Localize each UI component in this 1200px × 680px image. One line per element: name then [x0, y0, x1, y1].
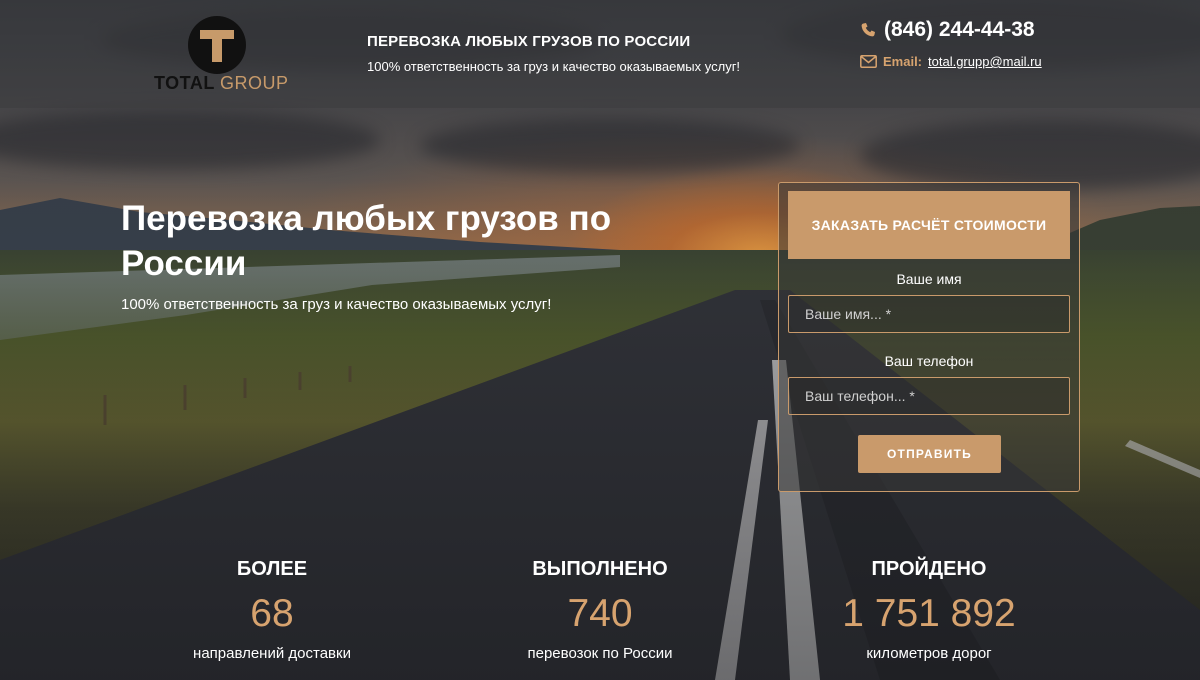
logo-mark	[188, 16, 246, 74]
tagline-subtitle: 100% ответственность за груз и качество …	[367, 59, 741, 74]
header-contacts: (846) 244-44-38 Email: total.grupp@mail.…	[860, 18, 1042, 69]
hero-title: Перевозка любых грузов по России	[121, 199, 612, 283]
stat-caption: километров дорог	[866, 645, 992, 662]
name-input[interactable]	[788, 295, 1070, 333]
phone-label: Ваш телефон	[884, 353, 974, 369]
stat-value: 68	[250, 592, 294, 635]
stat-heading: ВЫПОЛНЕНО	[532, 558, 668, 580]
phone-row: (846) 244-44-38	[860, 18, 1042, 42]
email-row: Email: total.grupp@mail.ru	[860, 54, 1042, 69]
stat-caption: направлений доставки	[193, 645, 351, 662]
header-tagline: ПЕРЕВОЗКА ЛЮБЫХ ГРУЗОВ ПО РОССИИ 100% от…	[367, 33, 740, 74]
stat-value: 740	[567, 592, 633, 635]
stat-kilometers: ПРОЙДЕНО 1 751 892 километров дорог	[799, 558, 1059, 662]
logo-wordmark: TOTAL GROUP	[154, 73, 289, 94]
stat-heading: ПРОЙДЕНО	[871, 558, 987, 580]
tagline-title: ПЕРЕВОЗКА ЛЮБЫХ ГРУЗОВ ПО РОССИИ	[367, 33, 691, 50]
name-label: Ваше имя	[896, 271, 962, 287]
stat-caption: перевозок по России	[527, 645, 673, 662]
stat-directions: БОЛЕЕ 68 направлений доставки	[142, 558, 402, 662]
stat-value: 1 751 892	[842, 592, 1016, 635]
email-link[interactable]: total.grupp@mail.ru	[928, 54, 1042, 69]
logo-word-group: GROUP	[220, 73, 289, 93]
logo[interactable]: TOTAL GROUP	[152, 16, 292, 96]
phone-icon	[861, 23, 875, 37]
logo-word-total: TOTAL	[154, 73, 215, 93]
mail-icon	[860, 55, 877, 68]
site-header: TOTAL GROUP ПЕРЕВОЗКА ЛЮБЫХ ГРУЗОВ ПО РО…	[0, 0, 1200, 108]
hero-subtitle: 100% ответственность за груз и качество …	[121, 296, 552, 313]
phone-input[interactable]	[788, 377, 1070, 415]
email-label: Email:	[883, 54, 923, 69]
quote-request-form: ЗАКАЗАТЬ РАСЧЁТ СТОИМОСТИ Ваше имя Ваш т…	[778, 182, 1080, 492]
stat-heading: БОЛЕЕ	[236, 558, 308, 580]
submit-button[interactable]: ОТПРАВИТЬ	[858, 435, 1001, 473]
stat-shipments: ВЫПОЛНЕНО 740 перевозок по России	[470, 558, 730, 662]
phone-number[interactable]: (846) 244-44-38	[884, 18, 1035, 42]
form-heading: ЗАКАЗАТЬ РАСЧЁТ СТОИМОСТИ	[788, 191, 1070, 259]
